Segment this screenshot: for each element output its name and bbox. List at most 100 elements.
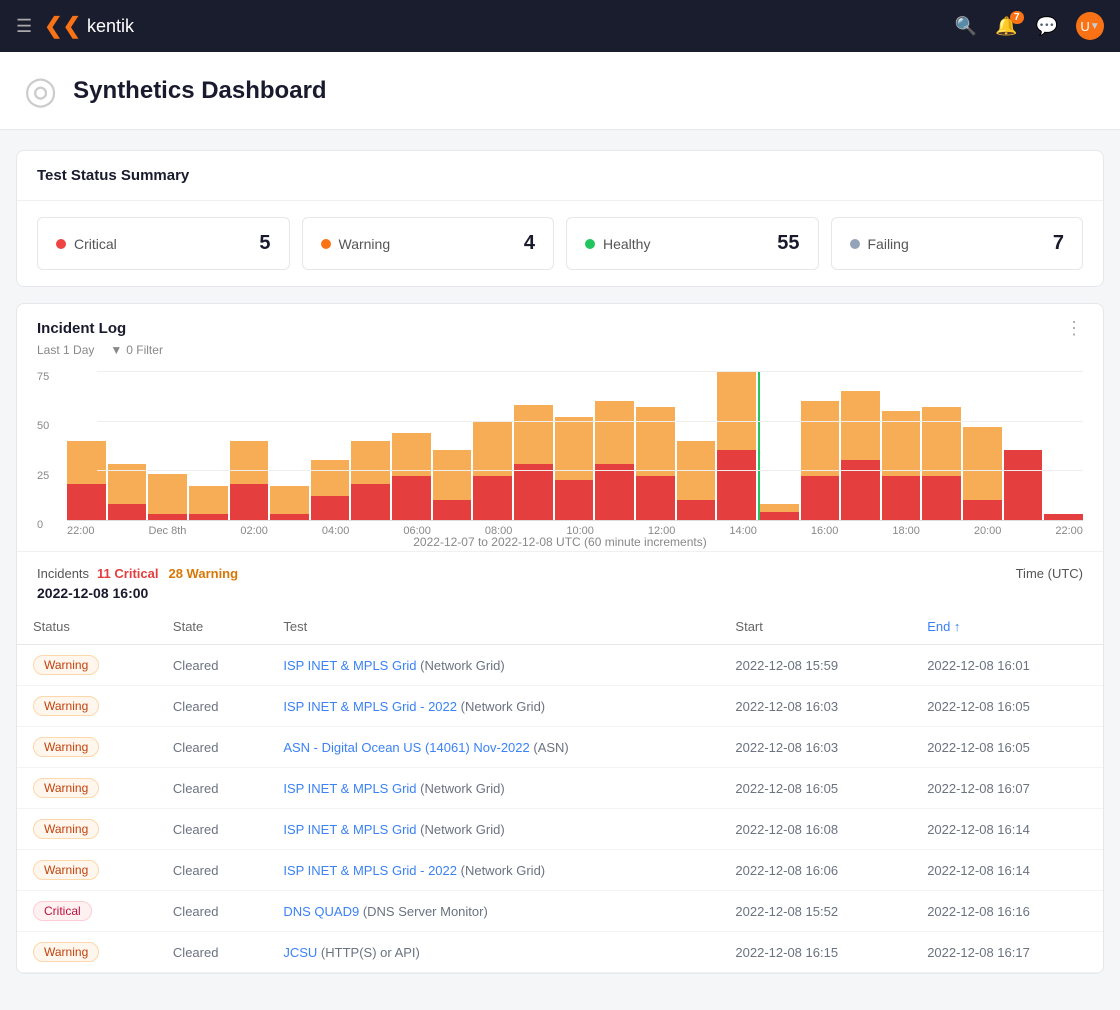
cell-state: Cleared	[157, 768, 267, 809]
notification-icon[interactable]: 🔔 7	[995, 16, 1017, 37]
bar-red	[677, 500, 716, 520]
incidents-table: Status State Test Start End ↑ Warning Cl…	[17, 609, 1103, 973]
cell-start: 2022-12-08 15:52	[719, 891, 911, 932]
cell-status: Critical	[17, 891, 157, 932]
chart-bars	[67, 371, 1083, 521]
bar-orange	[351, 441, 390, 485]
bar-orange	[311, 460, 350, 496]
incident-chart: 75 50 25 0 22:00 Dec 8th 02:00	[17, 361, 1103, 551]
bar-red	[922, 476, 961, 520]
cell-state: Cleared	[157, 809, 267, 850]
cell-state: Cleared	[157, 850, 267, 891]
meta-filter: ▼ 0 Filter	[110, 343, 163, 357]
avatar-chevron: ▼	[1090, 21, 1100, 32]
chart-x-labels: 22:00 Dec 8th 02:00 04:00 06:00 08:00 10…	[67, 525, 1083, 537]
bar-red	[67, 484, 106, 520]
main-header: ☰ ❮❮ kentik 🔍 🔔 7 💬 U ▼	[0, 0, 1120, 52]
table-row: Warning Cleared JCSU (HTTP(S) or API) 20…	[17, 932, 1103, 973]
status-badge: Warning	[33, 737, 99, 757]
incident-log-card: Incident Log ⋮ Last 1 Day ▼ 0 Filter 75 …	[16, 303, 1104, 974]
test-link[interactable]: ISP INET & MPLS Grid - 2022	[283, 699, 457, 714]
cell-end: 2022-12-08 16:01	[911, 645, 1103, 686]
bar-red	[230, 484, 269, 520]
bar-group	[67, 371, 106, 520]
test-type: (Network Grid)	[420, 822, 505, 837]
cell-test: ISP INET & MPLS Grid (Network Grid)	[267, 809, 719, 850]
bar-group	[189, 371, 228, 520]
incidents-label: Incidents	[37, 566, 89, 581]
bar-orange	[189, 486, 228, 514]
cell-test: DNS QUAD9 (DNS Server Monitor)	[267, 891, 719, 932]
bar-orange	[148, 474, 187, 514]
synthetics-icon: ◎	[24, 68, 57, 113]
bar-orange	[392, 433, 431, 477]
bar-group	[841, 371, 880, 520]
bar-group	[230, 371, 269, 520]
cell-state: Cleared	[157, 727, 267, 768]
incidents-time: 2022-12-08 16:00	[37, 585, 1083, 601]
cell-status: Warning	[17, 727, 157, 768]
cell-test: ASN - Digital Ocean US (14061) Nov-2022 …	[267, 727, 719, 768]
incident-log-title: Incident Log	[37, 320, 126, 337]
cell-state: Cleared	[157, 645, 267, 686]
test-type: (Network Grid)	[420, 781, 505, 796]
test-link[interactable]: ISP INET & MPLS Grid - 2022	[283, 863, 457, 878]
cell-state: Cleared	[157, 686, 267, 727]
status-critical: Critical 5	[37, 217, 290, 270]
cell-state: Cleared	[157, 932, 267, 973]
bar-orange	[433, 450, 472, 500]
test-link[interactable]: ISP INET & MPLS Grid	[283, 658, 416, 673]
status-warning: Warning 4	[302, 217, 555, 270]
warning-count: 4	[524, 232, 535, 255]
bar-red	[473, 476, 512, 520]
test-type: (Network Grid)	[461, 863, 546, 878]
bar-group	[1044, 371, 1083, 520]
incidents-info: Incidents 11 Critical 28 Warning Time (U…	[17, 551, 1103, 609]
incident-log-meta: Last 1 Day ▼ 0 Filter	[37, 343, 1083, 357]
bar-red	[514, 464, 553, 520]
table-row: Warning Cleared ISP INET & MPLS Grid (Ne…	[17, 768, 1103, 809]
incident-log-header: Incident Log ⋮ Last 1 Day ▼ 0 Filter	[17, 304, 1103, 361]
bar-orange	[636, 407, 675, 477]
test-link[interactable]: ASN - Digital Ocean US (14061) Nov-2022	[283, 740, 529, 755]
chat-icon[interactable]: 💬	[1036, 16, 1058, 37]
main-content: Test Status Summary Critical 5 Warning 4	[0, 130, 1120, 1010]
healthy-dot	[585, 239, 595, 249]
bar-orange	[717, 371, 756, 450]
test-link[interactable]: ISP INET & MPLS Grid	[283, 822, 416, 837]
avatar[interactable]: U ▼	[1076, 12, 1104, 40]
test-type: (ASN)	[533, 740, 568, 755]
cell-test: ISP INET & MPLS Grid (Network Grid)	[267, 645, 719, 686]
cell-end: 2022-12-08 16:05	[911, 686, 1103, 727]
table-row: Warning Cleared ASN - Digital Ocean US (…	[17, 727, 1103, 768]
notification-badge: 7	[1010, 11, 1024, 24]
hamburger-icon[interactable]: ☰	[16, 16, 32, 37]
test-link[interactable]: JCSU	[283, 945, 317, 960]
test-link[interactable]: DNS QUAD9	[283, 904, 359, 919]
page-title: Synthetics Dashboard	[73, 77, 326, 105]
cell-status: Warning	[17, 809, 157, 850]
incidents-table-container: Status State Test Start End ↑ Warning Cl…	[17, 609, 1103, 973]
bar-group	[801, 371, 840, 520]
cell-status: Warning	[17, 932, 157, 973]
bar-orange	[555, 417, 594, 481]
status-healthy: Healthy 55	[566, 217, 819, 270]
bar-group	[473, 371, 512, 520]
logo[interactable]: ❮❮ kentik	[44, 13, 134, 39]
table-row: Warning Cleared ISP INET & MPLS Grid (Ne…	[17, 645, 1103, 686]
col-end[interactable]: End ↑	[911, 609, 1103, 645]
search-icon[interactable]: 🔍	[955, 16, 977, 37]
options-icon[interactable]: ⋮	[1065, 318, 1083, 339]
logo-icon: ❮❮	[44, 13, 81, 39]
cell-status: Warning	[17, 645, 157, 686]
status-summary-header: Test Status Summary	[17, 151, 1103, 201]
cell-status: Warning	[17, 768, 157, 809]
warning-dot	[321, 239, 331, 249]
bar-group	[555, 371, 594, 520]
bar-group	[108, 371, 147, 520]
cell-status: Warning	[17, 686, 157, 727]
bar-red	[189, 514, 228, 520]
test-link[interactable]: ISP INET & MPLS Grid	[283, 781, 416, 796]
bar-orange	[270, 486, 309, 514]
chart-y-labels: 75 50 25 0	[37, 371, 49, 531]
